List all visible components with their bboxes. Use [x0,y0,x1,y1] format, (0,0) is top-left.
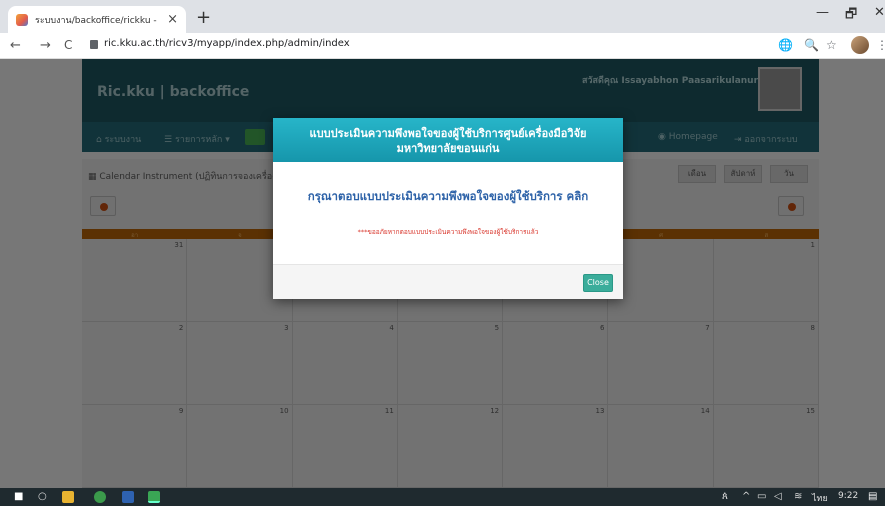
browser-toolbar: ← → C ric.kku.ac.th/ricv3/myapp/index.ph… [0,33,885,59]
forward-button[interactable]: → [40,38,51,53]
line-app-icon[interactable] [148,491,160,503]
file-explorer-icon[interactable] [62,491,74,503]
browser-tab[interactable]: ระบบงาน/backoffice/rickku - × [8,6,186,33]
modal-title-line2: มหาวิทยาลัยขอนแก่น [396,142,500,155]
reload-button[interactable]: C [64,38,72,52]
modal-title-line1: แบบประเมินความพึงพอใจของผู้ใช้บริการศูนย… [309,127,587,140]
tray-chevron-icon[interactable]: ^ [742,491,750,502]
volume-icon[interactable]: ◁ [774,491,782,502]
clock[interactable]: 9:22 [838,491,858,501]
close-button[interactable]: Close [583,274,613,292]
lock-icon [90,40,98,49]
window-close-button[interactable]: ✕ [874,5,885,20]
survey-link[interactable]: กรุณาตอบแบบประเมินความพึงพอใจของผู้ใช้บร… [273,162,623,206]
battery-icon[interactable]: ▭ [757,491,766,502]
favicon-icon [16,13,28,26]
browser-tab-strip: ระบบงาน/backoffice/rickku - × + — 🗗 ✕ [0,0,885,33]
translate-icon[interactable]: 🌐 [778,38,793,52]
windows-taskbar: ■ ○ ጰ ^ ▭ ◁ ≋ ไทย 9:22 ▤ [0,488,885,506]
wifi-icon[interactable]: ≋ [794,491,802,502]
restore-button[interactable]: 🗗 [845,5,857,27]
search-icon[interactable]: ○ [38,491,47,502]
url-text: ric.kku.ac.th/ricv3/myapp/index.php/admi… [104,38,350,49]
survey-modal: แบบประเมินความพึงพอใจของผู้ใช้บริการศูนย… [273,118,623,299]
chrome-icon[interactable] [94,491,106,503]
people-icon[interactable]: ጰ [722,491,728,502]
modal-header: แบบประเมินความพึงพอใจของผู้ใช้บริการศูนย… [273,118,623,162]
minimize-button[interactable]: — [816,5,829,20]
survey-note: ***ขออภัยหากตอบแบบประเมินความพึงพอใจของผ… [357,228,539,236]
tab-title: ระบบงาน/backoffice/rickku - [35,15,157,26]
new-tab-button[interactable]: + [196,7,211,28]
browser-menu-icon[interactable]: ⋮ [876,38,885,52]
zoom-icon[interactable]: 🔍 [804,38,819,52]
modal-body: กรุณาตอบแบบประเมินความพึงพอใจของผู้ใช้บร… [273,162,623,264]
bookmark-star-icon[interactable]: ☆ [826,38,837,52]
notification-icon[interactable]: ▤ [868,491,877,502]
address-bar[interactable]: ric.kku.ac.th/ricv3/myapp/index.php/admi… [90,38,350,49]
back-button[interactable]: ← [10,38,21,53]
modal-footer: Close [273,264,623,299]
windows-start-icon[interactable]: ■ [14,491,23,502]
input-language[interactable]: ไทย [812,491,828,505]
word-icon[interactable] [122,491,134,503]
profile-avatar[interactable] [851,36,869,54]
tab-close-icon[interactable]: × [167,12,178,27]
